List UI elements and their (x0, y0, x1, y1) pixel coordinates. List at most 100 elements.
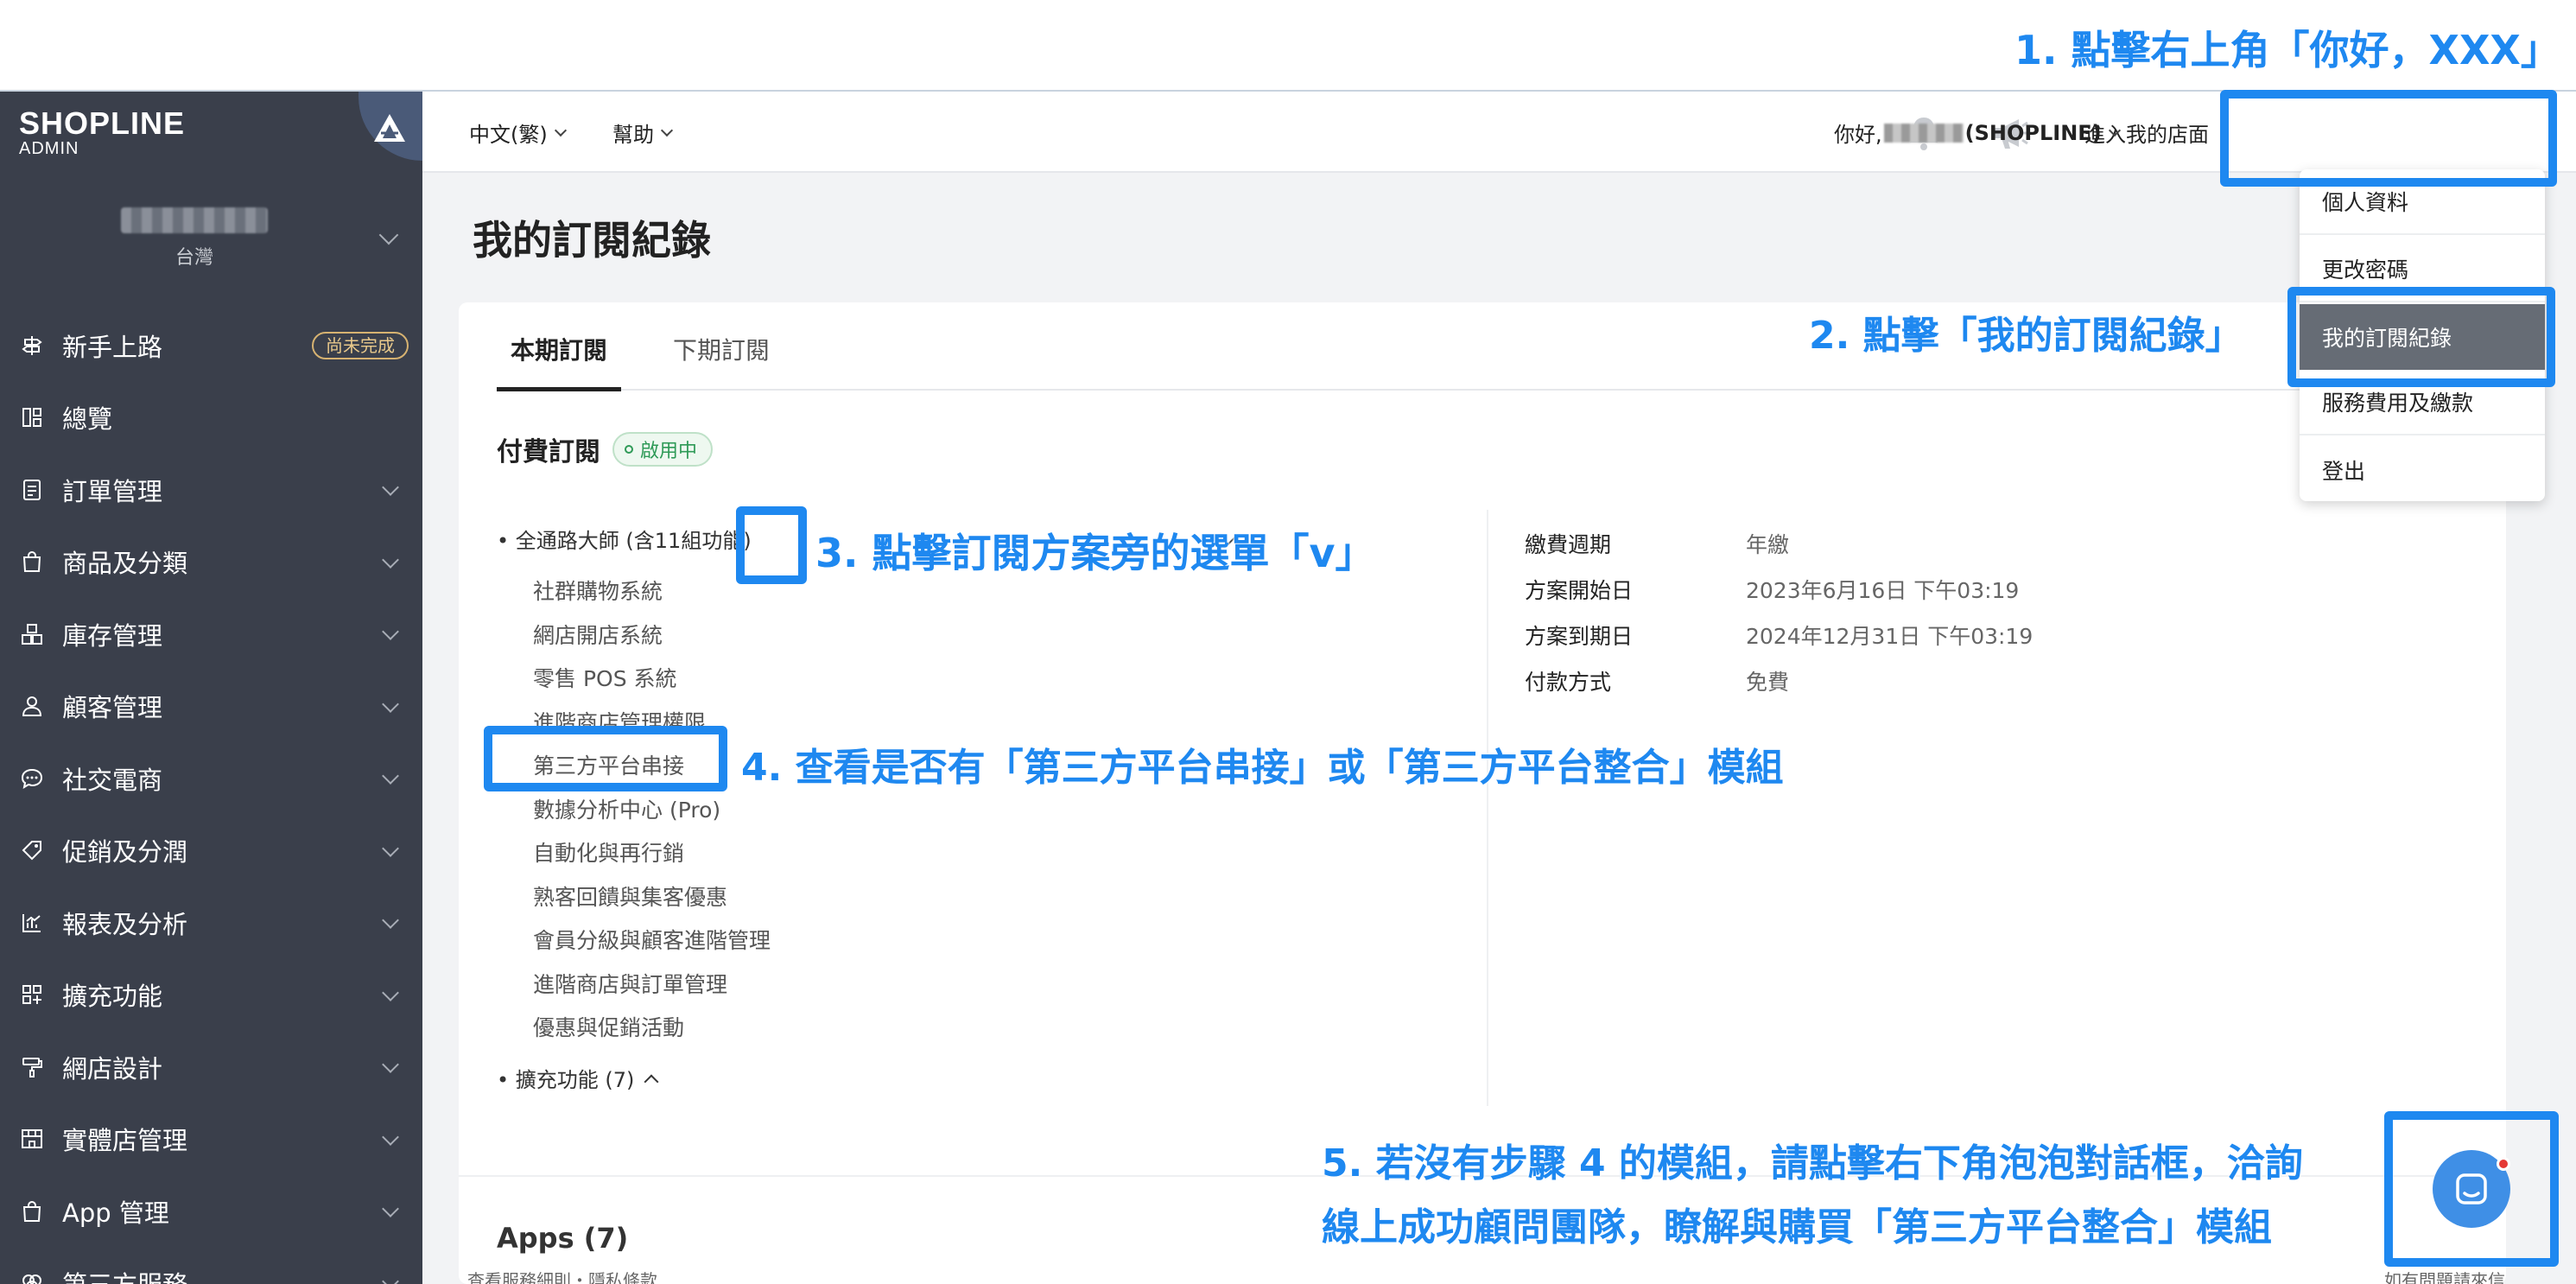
sidebar-item-orders[interactable]: 訂單管理 (0, 454, 422, 526)
list-item: 社群購物系統 (533, 579, 663, 604)
addons-toggle[interactable]: • 擴充功能 (7) (497, 1063, 659, 1093)
info-row: 繳費週期 年繳 (1525, 531, 1790, 557)
chevron-down-icon (382, 839, 399, 857)
store-name-redacted (121, 207, 268, 233)
page-title: 我的訂閱紀錄 (473, 217, 711, 264)
sidebar-item-social-commerce[interactable]: 社交電商 (0, 742, 422, 815)
clipboard-icon (19, 477, 45, 503)
annotation-box-step1 (2220, 90, 2557, 187)
chevron-down-icon (382, 1272, 399, 1284)
chevron-down-icon (382, 623, 399, 640)
apps-grid-icon (19, 982, 45, 1007)
column-divider (1487, 510, 1488, 1106)
sidebar: SHOPLINE ADMIN 台灣 新手上路 尚未完成 總覽 訂單管理 商品及分… (0, 92, 422, 1284)
store-region: 台灣 (174, 247, 213, 269)
incomplete-badge: 尚未完成 (312, 332, 409, 359)
account-menu[interactable]: 你好, (SHOPLINE) (1834, 118, 2121, 148)
tab-next-subscription[interactable]: 下期訂閱 (673, 332, 770, 366)
dashboard-icon (19, 404, 45, 430)
sidebar-item-retail-store[interactable]: 實體店管理 (0, 1103, 422, 1176)
active-tab-indicator (497, 387, 621, 391)
username-redacted (1883, 123, 1964, 143)
info-row: 方案開始日 2023年6月16日 下午03:19 (1525, 577, 2020, 603)
signpost-icon (19, 333, 45, 359)
help-menu[interactable]: 幫助 (612, 118, 674, 148)
list-item: 自動化與再行銷 (533, 841, 685, 866)
inventory-icon (19, 621, 45, 647)
chevron-down-icon (2108, 124, 2121, 137)
chevron-down-icon (382, 983, 399, 1001)
footer-links[interactable]: 查看服務細則・隱私條款 (467, 1267, 657, 1284)
language-selector[interactable]: 中文(繁) (469, 118, 567, 148)
main-content: 我的訂閱紀錄 本期訂閱 下期訂閱 付費訂閱 啟用中 • 全通路大師 (含11組功… (422, 173, 2576, 1284)
bullet: • (497, 529, 516, 553)
tab-current-subscription[interactable]: 本期訂閱 (511, 332, 607, 366)
menu-item-logout[interactable]: 登出 (2300, 437, 2545, 501)
plan-name[interactable]: • 全通路大師 (含11組功能) (497, 524, 752, 554)
chevron-down-icon (382, 767, 399, 785)
chevron-down-icon (382, 695, 399, 713)
sidebar-item-reports[interactable]: 報表及分析 (0, 887, 422, 959)
chevron-down-icon (382, 1128, 399, 1146)
shopline-mark-icon (374, 114, 405, 142)
chevron-down-icon (554, 124, 567, 137)
list-item: 進階商店與訂單管理 (533, 971, 728, 997)
annotation-box-step2 (2287, 287, 2555, 387)
info-row: 方案到期日 2024年12月31日 下午03:19 (1525, 623, 2034, 649)
list-item: 優惠與促銷活動 (533, 1015, 685, 1040)
storefront-icon (19, 1126, 45, 1152)
chevron-down-icon (382, 912, 399, 929)
sidebar-item-getting-started[interactable]: 新手上路 尚未完成 (0, 309, 422, 382)
chevron-down-icon (382, 550, 399, 569)
app-bag-icon (19, 1198, 45, 1224)
annotation-box-step5 (2384, 1111, 2559, 1267)
chevron-down-icon (382, 479, 399, 496)
module-list: 社群購物系統 網店開店系統 零售 POS 系統 進階商店管理權限 第三方平台串接… (533, 570, 771, 1051)
tag-icon (19, 837, 45, 863)
annotation-box-step4 (484, 726, 727, 791)
sidebar-item-store-design[interactable]: 網店設計 (0, 1031, 422, 1103)
list-item: 熟客回饋與集客優惠 (533, 884, 728, 910)
sidebar-item-third-party[interactable]: 第三方服務 (0, 1248, 422, 1284)
status-dot-icon (625, 445, 633, 454)
annotation-step4: 4. 查看是否有「第三方平台串接」或「第三方平台整合」模組 (741, 746, 1784, 790)
list-item: 零售 POS 系統 (533, 666, 677, 691)
sidebar-header: SHOPLINE ADMIN (0, 92, 422, 176)
bar-chart-icon (19, 910, 45, 936)
annotation-step5-line1: 5. 若沒有步驟 4 的模組，請點擊右下角泡泡對話框，洽詢 (1322, 1141, 2303, 1185)
chevron-down-icon (382, 1056, 399, 1073)
store-switcher[interactable] (0, 181, 422, 294)
annotation-box-step3 (736, 506, 807, 584)
sidebar-item-customers[interactable]: 顧客管理 (0, 671, 422, 743)
sidebar-item-extensions[interactable]: 擴充功能 (0, 959, 422, 1032)
annotation-step1: 1. 點擊右上角「你好，XXX」 (2014, 27, 2560, 73)
sidebar-item-overview[interactable]: 總覽 (0, 382, 422, 454)
list-item: 網店開店系統 (533, 622, 663, 648)
chevron-up-icon (644, 1074, 659, 1090)
info-row: 付款方式 免費 (1525, 669, 1790, 695)
sidebar-nav: 新手上路 尚未完成 總覽 訂單管理 商品及分類 庫存管理 顧客管理 社交電商 促… (0, 309, 422, 1284)
integration-icon (19, 1270, 45, 1284)
chevron-down-icon (660, 124, 674, 137)
annotation-step5-line2: 線上成功顧問團隊，瞭解與購買「第三方平台整合」模組 (1322, 1205, 2272, 1249)
paid-subscription-heading: 付費訂閱 啟用中 (497, 430, 714, 468)
subscription-info: 繳費週期 年繳 方案開始日 2023年6月16日 下午03:19 方案到期日 2024… (1525, 520, 2033, 703)
shopping-bag-icon (19, 549, 45, 575)
paint-roller-icon (19, 1054, 45, 1080)
list-item: 數據分析中心 (Pro) (533, 797, 721, 823)
shopline-logo[interactable]: SHOPLINE ADMIN (19, 107, 185, 158)
chevron-down-icon (382, 1200, 399, 1217)
sidebar-item-inventory[interactable]: 庫存管理 (0, 598, 422, 671)
footer-contact[interactable]: 如有問題請來信 (2384, 1267, 2505, 1284)
sidebar-item-app-management[interactable]: App 管理 (0, 1175, 422, 1248)
chat-bubble-icon (19, 766, 45, 791)
person-icon (19, 693, 45, 719)
sidebar-item-products[interactable]: 商品及分類 (0, 526, 422, 599)
sidebar-item-promotions[interactable]: 促銷及分潤 (0, 815, 422, 887)
annotation-step3: 3. 點擊訂閱方案旁的選單「v」 (815, 530, 1375, 576)
sidebar-collapse-button[interactable] (358, 92, 422, 161)
list-item: 會員分級與顧客進階管理 (533, 928, 771, 953)
annotation-step2: 2. 點擊「我的訂閱紀錄」 (1809, 314, 2243, 358)
apps-heading: Apps (7) (497, 1222, 629, 1255)
status-badge: 啟用中 (612, 432, 714, 467)
